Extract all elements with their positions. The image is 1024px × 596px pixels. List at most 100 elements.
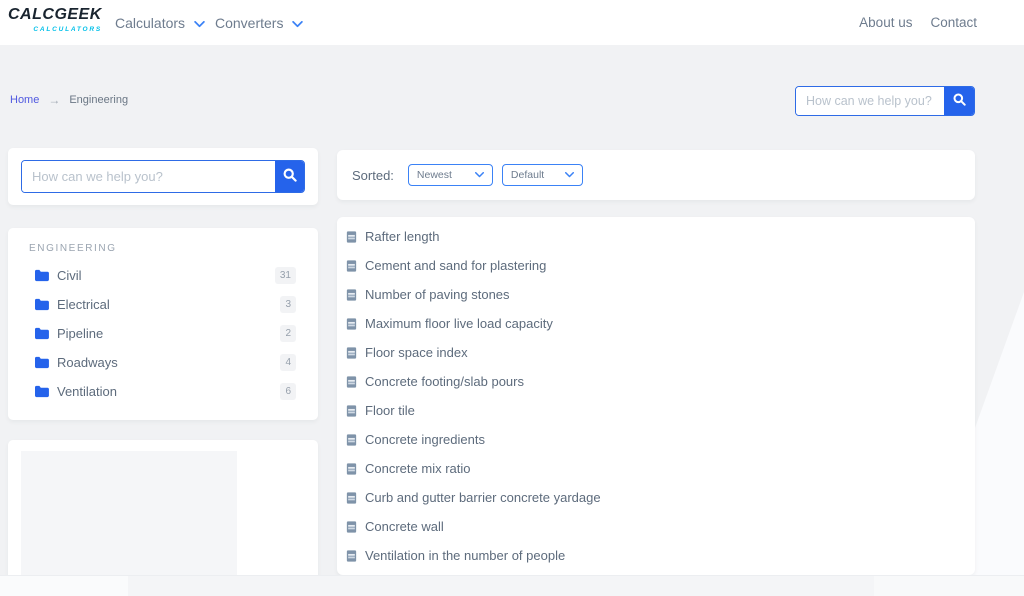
- folder-icon: [34, 327, 49, 340]
- sidebar-search: [21, 160, 305, 193]
- top-search-button[interactable]: [944, 87, 974, 115]
- calculator-list-card: Rafter length Cement and sand for plaste…: [337, 217, 975, 575]
- calculator-icon: [345, 230, 358, 244]
- sort-select-value: Newest: [417, 169, 452, 181]
- calculator-label: Number of paving stones: [365, 287, 510, 302]
- header-links: About us Contact: [859, 0, 977, 45]
- calculator-link[interactable]: Number of paving stones: [337, 280, 975, 309]
- calculator-link[interactable]: Cement and sand for plastering: [337, 251, 975, 280]
- calculator-label: Cement and sand for plastering: [365, 258, 546, 273]
- calculator-link[interactable]: Concrete footing/slab pours: [337, 367, 975, 396]
- calculator-icon: [345, 259, 358, 273]
- chevron-down-icon: [292, 15, 303, 31]
- calculator-icon: [345, 404, 358, 418]
- calculator-icon: [345, 288, 358, 302]
- calculator-icon: [345, 462, 358, 476]
- bottom-strip-left: [0, 576, 128, 596]
- calculator-icon: [345, 520, 358, 534]
- breadcrumb-current: Engineering: [69, 94, 128, 106]
- logo[interactable]: CALCGEEK CALCULATORS: [8, 7, 102, 33]
- category-label: Civil: [57, 268, 275, 283]
- bottom-strip-right: [874, 576, 1024, 596]
- sort-bar: Sorted: Newest Default: [337, 150, 975, 200]
- category-list: Civil 31 Electrical 3 Pipeline 2 Roadway…: [8, 261, 318, 406]
- logo-title: CALCGEEK: [8, 7, 102, 23]
- page-body: Home → Engineering ENGINEERING: [0, 45, 1024, 575]
- folder-icon: [34, 356, 49, 369]
- nav-converters[interactable]: Converters: [215, 0, 303, 45]
- category-label: Ventilation: [57, 384, 280, 399]
- category-count-badge: 31: [275, 267, 296, 284]
- nav-calculators-label: Calculators: [115, 15, 185, 31]
- calculator-link[interactable]: Floor space index: [337, 338, 975, 367]
- nav-converters-label: Converters: [215, 15, 283, 31]
- link-contact[interactable]: Contact: [930, 15, 977, 30]
- category-label: Pipeline: [57, 326, 280, 341]
- category-group-title: ENGINEERING: [8, 228, 318, 254]
- folder-icon: [34, 385, 49, 398]
- calculator-link[interactable]: Ventilation in the number of people: [337, 541, 975, 570]
- promo-card: [8, 440, 318, 575]
- breadcrumb: Home → Engineering: [10, 93, 128, 107]
- calculator-link[interactable]: Curb and gutter barrier concrete yardage: [337, 483, 975, 512]
- category-card: ENGINEERING Civil 31 Electrical 3 Pipeli…: [8, 228, 318, 420]
- calculator-label: Concrete footing/slab pours: [365, 374, 524, 389]
- category-label: Roadways: [57, 355, 280, 370]
- sidebar-search-input[interactable]: [22, 161, 275, 192]
- logo-subtitle: CALCULATORS: [8, 26, 102, 33]
- sidebar-item-electrical[interactable]: Electrical 3: [8, 290, 318, 319]
- promo-image-placeholder: [21, 451, 237, 575]
- calculator-icon: [345, 346, 358, 360]
- sort-select-default[interactable]: Default: [502, 164, 583, 186]
- calculator-icon: [345, 491, 358, 505]
- bottom-strip: [0, 575, 1024, 596]
- link-about-us[interactable]: About us: [859, 15, 912, 30]
- sidebar-item-civil[interactable]: Civil 31: [8, 261, 318, 290]
- sort-select-value: Default: [511, 169, 544, 181]
- header: CALCGEEK CALCULATORS Calculators Convert…: [0, 0, 1024, 45]
- calculator-icon: [345, 375, 358, 389]
- sidebar-search-button[interactable]: [275, 161, 304, 192]
- calculator-link[interactable]: Concrete wall: [337, 512, 975, 541]
- calculator-link[interactable]: Maximum floor live load capacity: [337, 309, 975, 338]
- top-search: [795, 86, 975, 116]
- sort-label: Sorted:: [352, 168, 394, 183]
- calculator-link[interactable]: Concrete ingredients: [337, 425, 975, 454]
- calculator-label: Ventilation in the number of people: [365, 548, 565, 563]
- sort-select-newest[interactable]: Newest: [408, 164, 493, 186]
- calculator-label: Floor tile: [365, 403, 415, 418]
- search-icon: [283, 168, 297, 185]
- calculator-icon: [345, 549, 358, 563]
- search-icon: [953, 93, 966, 109]
- calculator-label: Concrete mix ratio: [365, 461, 470, 476]
- chevron-down-icon: [565, 169, 574, 181]
- calculator-link[interactable]: Rafter length: [337, 222, 975, 251]
- calculator-label: Concrete wall: [365, 519, 444, 534]
- calculator-link[interactable]: Floor tile: [337, 396, 975, 425]
- sidebar-item-pipeline[interactable]: Pipeline 2: [8, 319, 318, 348]
- calculator-label: Curb and gutter barrier concrete yardage: [365, 490, 601, 505]
- category-label: Electrical: [57, 297, 280, 312]
- category-count-badge: 3: [280, 296, 296, 313]
- nav-calculators[interactable]: Calculators: [115, 0, 205, 45]
- category-count-badge: 2: [280, 325, 296, 342]
- sidebar-item-roadways[interactable]: Roadways 4: [8, 348, 318, 377]
- breadcrumb-arrow-icon: →: [48, 93, 60, 107]
- folder-icon: [34, 269, 49, 282]
- calculator-label: Concrete ingredients: [365, 432, 485, 447]
- top-search-input[interactable]: [796, 87, 944, 115]
- breadcrumb-home-link[interactable]: Home: [10, 94, 39, 106]
- sidebar-item-ventilation[interactable]: Ventilation 6: [8, 377, 318, 406]
- calculator-label: Rafter length: [365, 229, 439, 244]
- calculator-label: Maximum floor live load capacity: [365, 316, 553, 331]
- chevron-down-icon: [194, 15, 205, 31]
- folder-icon: [34, 298, 49, 311]
- calculator-icon: [345, 317, 358, 331]
- category-count-badge: 4: [280, 354, 296, 371]
- calculator-icon: [345, 433, 358, 447]
- category-count-badge: 6: [280, 383, 296, 400]
- sidebar-search-card: [8, 148, 318, 205]
- calculator-link[interactable]: Concrete mix ratio: [337, 454, 975, 483]
- chevron-down-icon: [475, 169, 484, 181]
- calculator-label: Floor space index: [365, 345, 468, 360]
